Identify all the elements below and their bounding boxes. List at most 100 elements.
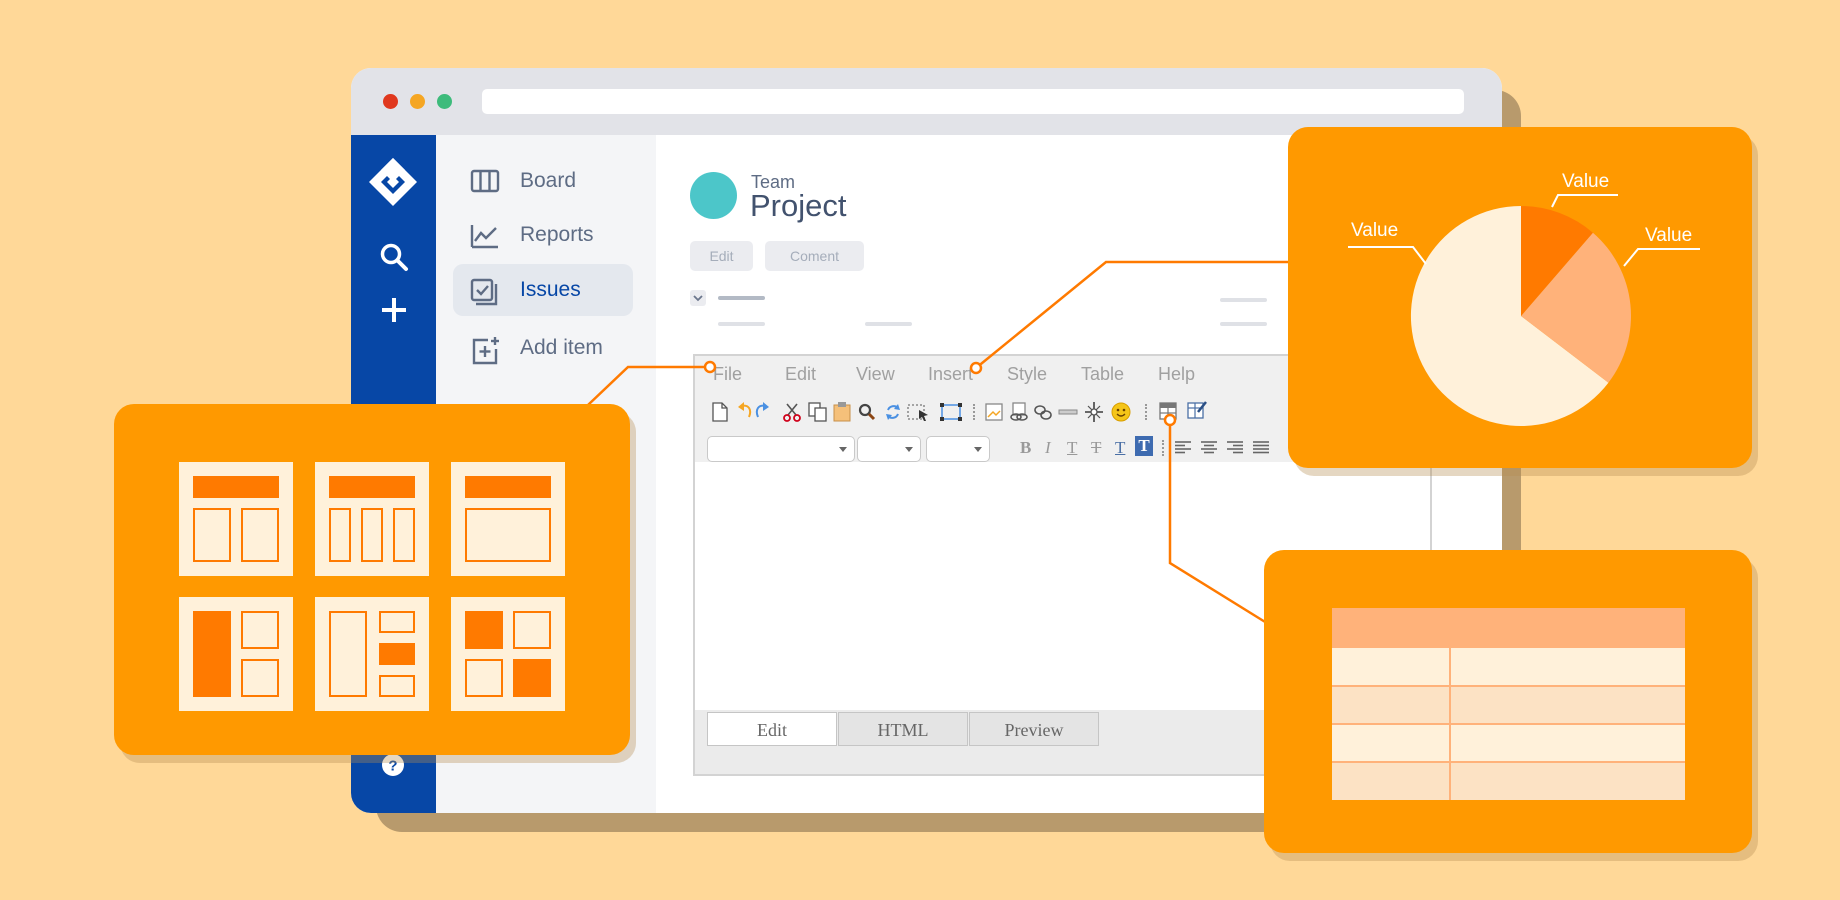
pie-label-leader [1348,246,1427,265]
table-header-row [1332,608,1685,648]
layout-templates-panel [114,404,630,755]
project-avatar [690,172,737,219]
layout-template[interactable] [451,462,565,576]
menu-help[interactable]: Help [1158,364,1195,385]
minimize-dot[interactable] [410,94,425,109]
table-row-divider [1332,723,1685,725]
table-row [1332,686,1685,724]
table-row-divider [1332,761,1685,763]
emoji-icon[interactable] [1111,402,1131,422]
layout-template[interactable] [179,597,293,711]
bold-button[interactable]: B [1020,438,1031,458]
edit-table-icon[interactable] [1187,400,1207,420]
font-size-select[interactable] [857,436,921,462]
tab-html[interactable]: HTML [838,712,968,746]
sidebar-item-board[interactable]: Board [453,155,633,207]
image-icon[interactable] [985,402,1003,422]
align-center-icon[interactable] [1200,440,1218,454]
unlink-icon[interactable] [1033,402,1053,422]
undo-icon[interactable] [737,402,753,420]
toolbar-separator [1145,404,1147,420]
sidebar-item-label: Board [520,169,577,192]
table-panel [1264,550,1752,853]
comment-button[interactable]: Coment [765,241,864,271]
tab-edit[interactable]: Edit [707,712,837,746]
copy-icon[interactable] [808,402,828,422]
cut-icon[interactable] [783,402,801,422]
placeholder-line [718,296,765,300]
fullscreen-icon[interactable] [939,402,963,422]
toolbar-separator [1162,440,1164,456]
sidebar-item-reports[interactable]: Reports [453,209,633,261]
anchor-icon[interactable] [1084,401,1104,423]
pie-label: Value [1645,225,1693,246]
placeholder-line [1220,298,1267,302]
placeholder-line [1220,322,1267,326]
text-color-button[interactable]: T [1115,438,1125,458]
table-row [1332,648,1685,686]
table-row [1332,762,1685,800]
font-family-select[interactable] [707,436,855,462]
menu-table[interactable]: Table [1081,364,1124,385]
strikethrough-button[interactable]: T [1091,438,1101,458]
redo-icon[interactable] [754,402,770,420]
toolbar-separator [973,404,975,420]
menu-style[interactable]: Style [1007,364,1047,385]
highlight-button[interactable]: T [1135,436,1153,456]
placeholder-line [718,322,765,326]
layout-template[interactable] [315,462,429,576]
reports-icon [470,225,498,249]
pie-label-leader [1551,194,1618,208]
edit-button[interactable]: Edit [690,241,753,271]
italic-button[interactable]: I [1045,438,1051,458]
find-icon[interactable] [858,403,876,421]
pie-chart [1348,194,1700,426]
table-row [1332,724,1685,762]
underline-button[interactable]: T [1067,438,1077,458]
link-document-icon[interactable] [1009,402,1029,422]
pie-label: Value [1562,171,1610,192]
layout-template[interactable] [451,597,565,711]
close-dot[interactable] [383,94,398,109]
sidebar-item-label: Issues [520,278,581,301]
address-bar[interactable] [482,89,1464,114]
issues-icon [470,278,498,306]
paste-icon[interactable] [833,401,851,422]
pie-label: Value [1351,220,1399,241]
layout-template[interactable] [315,597,429,711]
menu-insert[interactable]: Insert [928,364,973,385]
table-illustration [1332,608,1685,800]
justify-icon[interactable] [1252,440,1270,454]
tab-preview[interactable]: Preview [969,712,1099,746]
search-icon[interactable] [379,242,409,272]
svg-text:?: ? [388,758,397,775]
jira-logo-icon[interactable] [367,156,419,208]
align-left-icon[interactable] [1174,440,1192,454]
help-icon[interactable]: ? [382,754,404,776]
board-icon [470,169,500,193]
horizontal-rule-icon[interactable] [1058,402,1078,422]
title-bar [351,68,1502,135]
pie-label-leader [1623,248,1700,267]
menu-edit[interactable]: Edit [785,364,816,385]
table-row-divider [1332,685,1685,687]
select-all-icon[interactable] [907,402,929,422]
placeholder-line [865,322,912,326]
plus-icon[interactable] [380,296,408,324]
replace-icon[interactable] [885,402,901,422]
align-right-icon[interactable] [1226,440,1244,454]
menu-view[interactable]: View [856,364,895,385]
insert-table-icon[interactable] [1159,402,1177,420]
add-item-icon [472,337,499,365]
sidebar-item-label: Add item [520,336,603,359]
paragraph-format-select[interactable] [926,436,990,462]
sidebar-item-add-item[interactable]: Add item [453,322,633,374]
new-document-icon[interactable] [712,402,728,422]
sidebar-item-label: Reports [520,223,594,246]
menu-file[interactable]: File [713,364,742,385]
maximize-dot[interactable] [437,94,452,109]
chevron-down-icon[interactable] [690,290,706,306]
sidebar-item-issues[interactable]: Issues [453,264,633,316]
illustration: ? Board Reports Issues Add item Team Pro… [0,0,1840,900]
layout-template[interactable] [179,462,293,576]
